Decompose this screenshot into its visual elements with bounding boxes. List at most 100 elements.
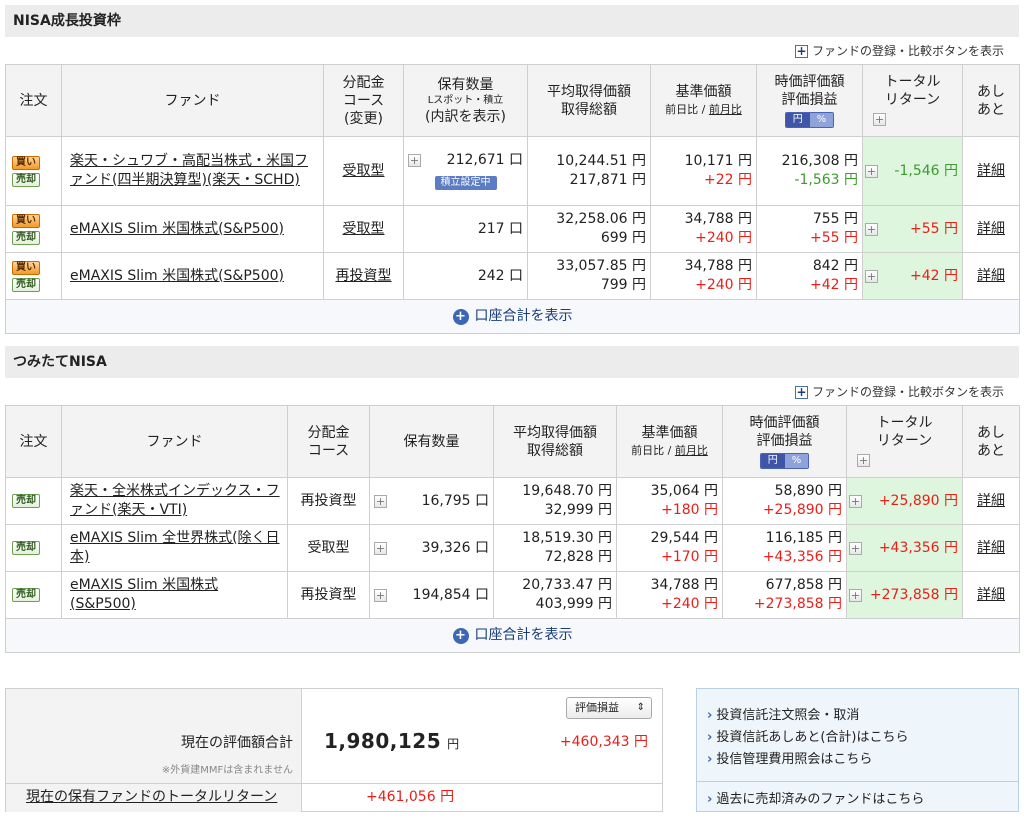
sell-button[interactable]: 売却	[12, 588, 40, 602]
fund-name-link[interactable]: eMAXIS Slim 米国株式(S&P500)	[70, 221, 284, 237]
expand-plus-icon[interactable]: +	[857, 454, 870, 467]
month-diff-link[interactable]: 前月比	[675, 444, 708, 457]
sell-button[interactable]: 売却	[12, 494, 40, 508]
summary-note: ※外貨建MMFは含まれません	[161, 765, 293, 776]
account-total-button[interactable]: + 口座合計を表示	[452, 307, 573, 326]
sell-button[interactable]: 売却	[12, 541, 40, 555]
eval-line2: 評価損益	[756, 433, 813, 449]
link-order-inquiry[interactable]: 投資信託注文照会・取消	[707, 705, 1018, 727]
sell-button[interactable]: 売却	[12, 230, 40, 245]
col-course: 分配金 コース	[287, 405, 370, 478]
course-link[interactable]: 受取型	[343, 163, 385, 179]
toggle-yen[interactable]: 円	[760, 454, 785, 468]
link-ashiato-total[interactable]: 投資信託あしあと(合計)はこちら	[707, 727, 1018, 749]
account-total-label: 口座合計を表示	[474, 308, 573, 325]
fund-name-link[interactable]: 楽天・シュワブ・高配当株式・米国ファンド(四半期決算型)(楽天・SCHD)	[70, 153, 308, 188]
select-value: 評価損益	[575, 701, 619, 714]
account-total-button[interactable]: + 口座合計を表示	[452, 626, 573, 645]
link-fee-inquiry[interactable]: 投信管理費用照会はこちら	[707, 749, 1018, 771]
yen-pct-toggle[interactable]: 円 %	[784, 112, 835, 128]
table-header: 注文 ファンド 分配金 コース (変更) 保有数量 Lスポット・積立 (内訳を表…	[5, 64, 1020, 137]
base-diff: +240 円	[661, 596, 718, 612]
avg-price: 19,648.70 円	[522, 483, 612, 499]
base-price: 35,064 円	[650, 483, 718, 499]
sell-button[interactable]: 売却	[12, 277, 40, 292]
eval-value: 842 円	[812, 258, 858, 274]
fund-name-link[interactable]: 楽天・全米株式インデックス・ファンド(楽天・VTI)	[70, 483, 280, 518]
link-sold-funds[interactable]: 過去に売却済みのファンドはこちら	[707, 788, 924, 807]
col-order: 注文	[5, 405, 62, 478]
course-link[interactable]: 受取型	[343, 221, 385, 237]
qty-expand-icon[interactable]: +	[374, 494, 387, 508]
base-diff: +22 円	[704, 172, 752, 188]
summary-label-cell: 現在の評価額合計 ※外貨建MMFは含まれません	[6, 689, 302, 783]
buy-button[interactable]: 買い	[12, 260, 40, 275]
table-row: 売却 楽天・全米株式インデックス・ファンド(楽天・VTI) 再投資型 + 16,…	[5, 477, 1020, 525]
total-expand-icon[interactable]: +	[865, 222, 878, 236]
eval-pl: -1,563 円	[794, 172, 858, 188]
base-line1: 基準価額	[675, 83, 732, 100]
qty-expand-icon[interactable]: +	[374, 541, 387, 555]
qty-value: 39,326 口	[421, 539, 489, 556]
col-qty: 保有数量 Lスポット・積立 (内訳を表示)	[403, 64, 528, 137]
total-expand-icon[interactable]: +	[849, 588, 862, 602]
fund-name-link[interactable]: eMAXIS Slim 米国株式(S&P500)	[70, 577, 218, 612]
divider	[697, 781, 1018, 782]
base-price: 34,788 円	[684, 211, 752, 227]
total-expand-icon[interactable]: +	[865, 164, 878, 178]
account-total-label: 口座合計を表示	[474, 627, 573, 644]
total-line2: リターン	[884, 91, 941, 108]
total-return: +273,858 円	[869, 586, 958, 603]
course-change-link[interactable]: (変更)	[326, 110, 401, 128]
sep: /	[667, 443, 672, 457]
month-diff-link[interactable]: 前月比	[709, 103, 742, 116]
detail-link[interactable]: 詳細	[977, 493, 1005, 509]
total-return-link[interactable]: 現在の保有ファンドのトータルリターン	[26, 789, 277, 805]
toggle-pct[interactable]: %	[809, 113, 834, 127]
total-return-value: +461,056 円	[366, 789, 455, 805]
summary-label: 現在の評価額合計	[181, 735, 293, 751]
col-total-return: トータル リターン +	[846, 405, 963, 478]
course-link[interactable]: 再投資型	[336, 268, 392, 284]
detail-link[interactable]: 詳細	[977, 540, 1005, 556]
buy-button[interactable]: 買い	[12, 155, 40, 170]
toggle-pct[interactable]: %	[784, 454, 809, 468]
total-expand-icon[interactable]: +	[865, 269, 878, 283]
summary-metric-select[interactable]: 評価損益 ⇕	[566, 697, 652, 719]
eval-pl: +55 円	[810, 230, 858, 246]
avg-line1: 平均取得価額	[547, 83, 631, 100]
qty-expand-icon[interactable]: +	[408, 154, 421, 167]
course-line2: コース	[342, 92, 385, 109]
fund-name-link[interactable]: eMAXIS Slim 米国株式(S&P500)	[70, 268, 284, 284]
fund-compare-toggle[interactable]: + ファンドの登録・比較ボタンを表示	[794, 42, 1004, 60]
total-expand-icon[interactable]: +	[849, 494, 862, 508]
expand-plus-icon[interactable]: +	[873, 113, 886, 126]
sell-button[interactable]: 売却	[12, 172, 40, 187]
summary-value: 1,980,125 円	[324, 729, 460, 753]
toggle-yen[interactable]: 円	[785, 113, 810, 127]
qty-value: 242 口	[477, 267, 523, 284]
course-line1: 分配金	[342, 74, 385, 91]
total-expand-icon[interactable]: +	[849, 541, 862, 555]
detail-link[interactable]: 詳細	[977, 268, 1005, 284]
total-return: +25,890 円	[878, 492, 958, 509]
plus-icon: +	[794, 384, 808, 399]
detail-link[interactable]: 詳細	[977, 587, 1005, 603]
detail-link[interactable]: 詳細	[977, 163, 1005, 179]
base-line1: 基準価額	[641, 424, 698, 441]
qty-expand-icon[interactable]: +	[374, 588, 387, 602]
fund-name-link[interactable]: eMAXIS Slim 全世界株式(除く日本)	[70, 530, 280, 565]
total-return: +43,356 円	[878, 539, 958, 556]
avg-price: 32,258.06 円	[556, 211, 646, 227]
detail-link[interactable]: 詳細	[977, 221, 1005, 237]
ashi-line2: あと	[977, 442, 1005, 459]
qty-breakdown-link[interactable]: (内訳を表示)	[406, 108, 525, 126]
total-line1: トータル	[876, 414, 933, 431]
yen-pct-toggle[interactable]: 円 %	[759, 453, 810, 469]
total-return-row: 現在の保有ファンドのトータルリターン +461,056 円	[6, 783, 662, 812]
fund-compare-toggle[interactable]: + ファンドの登録・比較ボタンを表示	[794, 383, 1004, 401]
select-arrows-icon: ⇕	[636, 702, 645, 713]
buy-button[interactable]: 買い	[12, 213, 40, 228]
col-avg: 平均取得価額 取得総額	[493, 405, 617, 478]
eval-pl: +25,890 円	[762, 502, 842, 518]
